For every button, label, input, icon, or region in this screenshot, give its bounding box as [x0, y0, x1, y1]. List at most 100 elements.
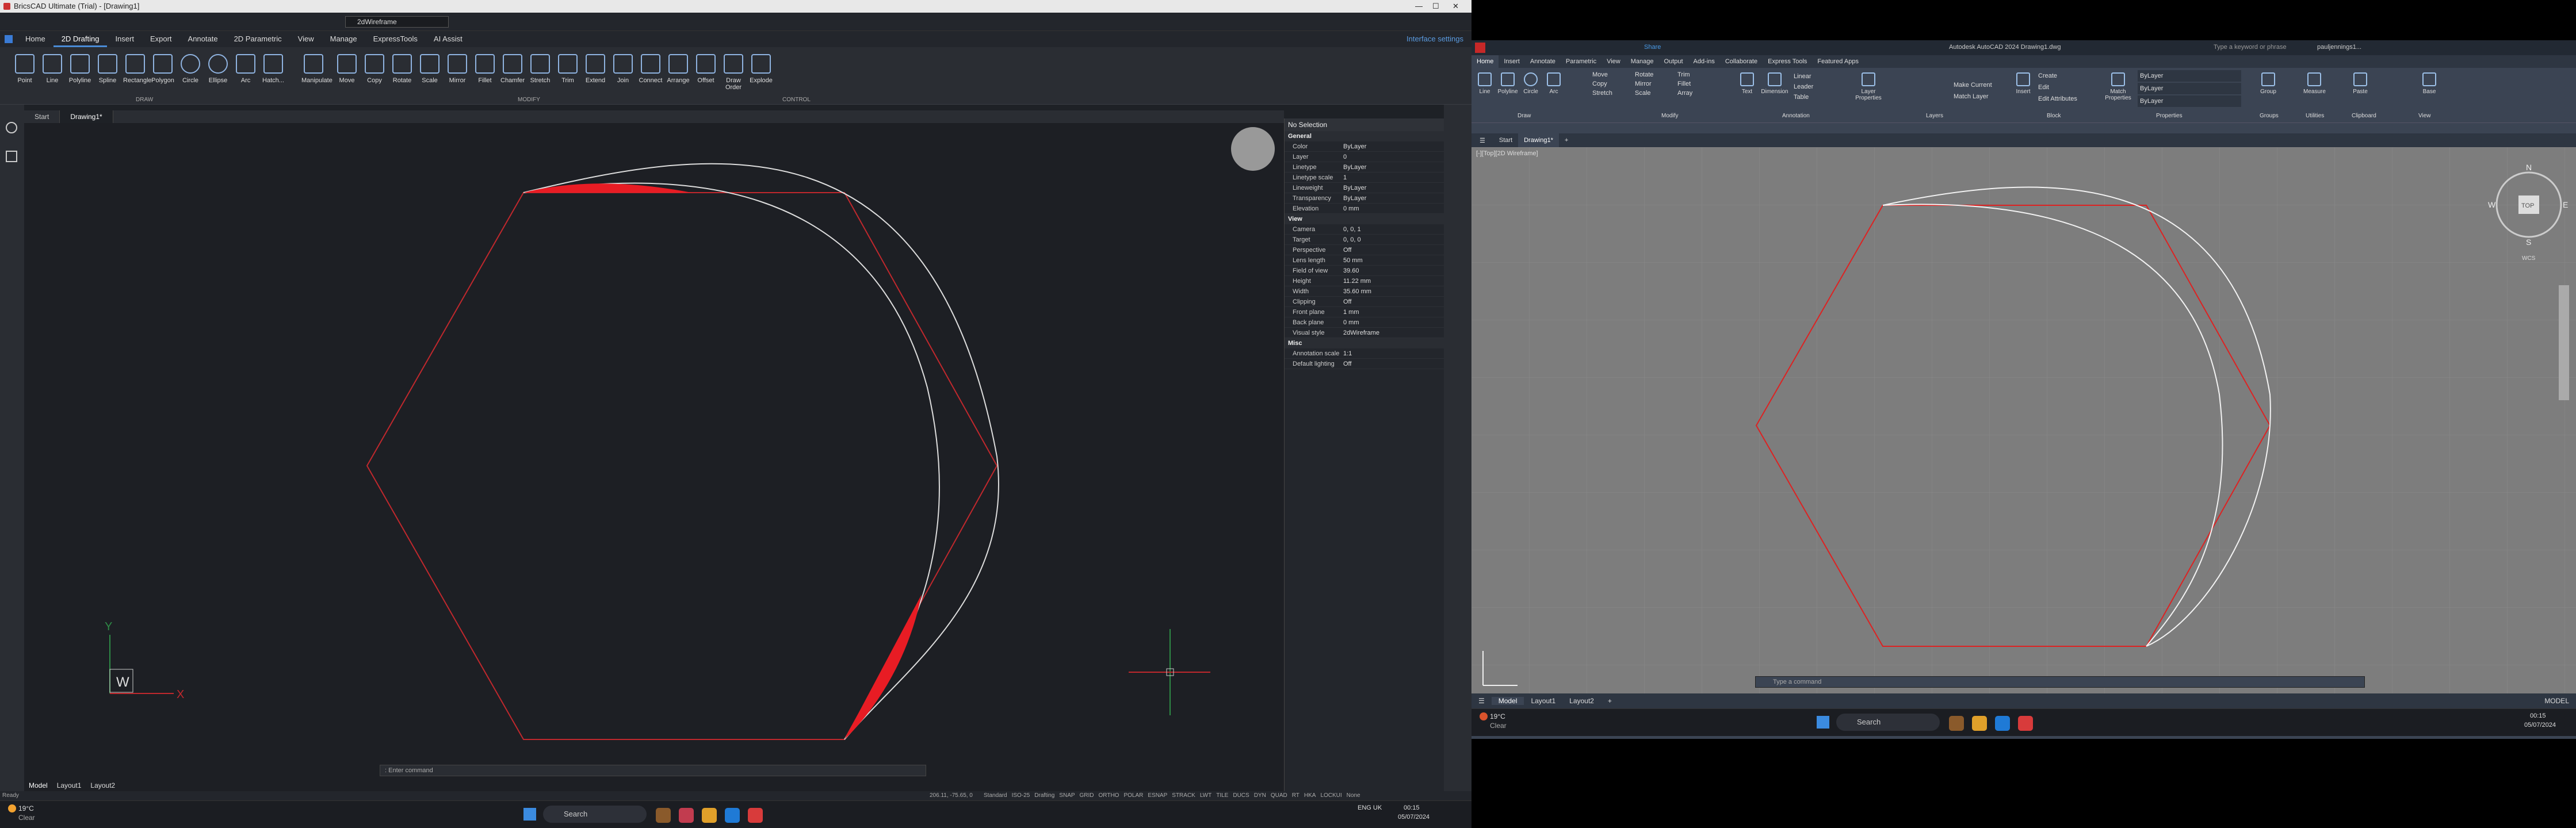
property-value[interactable]: 0, 0, 0 — [1340, 235, 1444, 244]
status-toggle[interactable]: HKA — [1304, 792, 1316, 799]
property-value[interactable]: 1 — [1340, 172, 1444, 182]
ac-navbar[interactable] — [2559, 285, 2569, 400]
property-value[interactable]: Off — [1340, 297, 1444, 306]
explode-button[interactable]: Explode — [749, 54, 773, 94]
property-value[interactable]: Off — [1340, 359, 1444, 369]
ac-insert-button[interactable]: Insert — [2012, 72, 2034, 106]
ac-modify-tool[interactable]: Move — [1592, 71, 1633, 78]
scale-button[interactable]: Scale — [418, 54, 442, 94]
property-value[interactable]: 39.60 — [1340, 266, 1444, 275]
status-toggle[interactable]: LWT — [1200, 792, 1211, 799]
spline-button[interactable]: Spline — [95, 54, 120, 94]
rectangle-button[interactable]: Rectangle — [123, 54, 152, 94]
mirror-button[interactable]: Mirror — [445, 54, 469, 94]
property-value[interactable]: 0 mm — [1340, 317, 1444, 327]
windows-start-icon[interactable] — [523, 808, 536, 821]
status-toggle[interactable]: ORTHO — [1099, 792, 1119, 799]
properties-selection[interactable]: No Selection — [1285, 118, 1444, 131]
ac-lineweight-select[interactable]: ByLayer — [2138, 83, 2241, 94]
autocad-logo-icon[interactable] — [1475, 43, 1485, 53]
copy-button[interactable]: Copy — [362, 54, 387, 94]
ac-create-button[interactable]: Create — [2038, 70, 2077, 82]
circle-button[interactable]: Circle — [178, 54, 202, 94]
fillet-button[interactable]: Fillet — [473, 54, 497, 94]
ac-circle-button[interactable]: Circle — [1520, 72, 1542, 106]
properties-section-header[interactable]: General — [1285, 131, 1444, 141]
ac-doc-tab-drawing1[interactable]: Drawing1* — [1518, 133, 1559, 147]
app-menu-icon[interactable] — [5, 35, 13, 43]
tab-insert[interactable]: Insert — [107, 31, 142, 47]
ac-modify-tool[interactable]: Mirror — [1635, 80, 1675, 87]
ac-layout-tab-layout1[interactable]: Layout1 — [1524, 697, 1562, 705]
property-value[interactable]: 1:1 — [1340, 348, 1444, 358]
windows-start-icon-2[interactable] — [1817, 716, 1829, 729]
share-button[interactable]: Share — [1644, 44, 1661, 51]
ac-viewport-label[interactable]: [-][Top][2D Wireframe] — [1476, 150, 1538, 157]
tab-2d-drafting[interactable]: 2D Drafting — [53, 31, 108, 47]
polygon-button[interactable]: Polygon — [151, 54, 175, 94]
tab-manage[interactable]: Manage — [322, 31, 365, 47]
ac-modify-tool[interactable]: Trim — [1677, 71, 1718, 78]
hatch-button[interactable]: Hatch... — [261, 54, 285, 94]
layout-tab-layout2[interactable]: Layout2 — [86, 781, 120, 789]
property-value[interactable]: 11.22 mm — [1340, 276, 1444, 286]
structure-icon[interactable] — [6, 151, 17, 162]
property-row[interactable]: Clipping Off — [1285, 297, 1444, 307]
status-toggle[interactable]: POLAR — [1123, 792, 1143, 799]
property-row[interactable]: Transparency ByLayer — [1285, 193, 1444, 204]
ac-dimension-button[interactable]: Dimension — [1759, 72, 1790, 106]
ac-modify-tool[interactable]: Fillet — [1677, 80, 1718, 87]
trim-button[interactable]: Trim — [556, 54, 580, 94]
property-value[interactable]: 0, 0, 1 — [1340, 224, 1444, 234]
property-value[interactable]: ByLayer — [1340, 162, 1444, 172]
ac-layout-tab-model[interactable]: Model — [1491, 697, 1524, 705]
autocad-taskbar-icon-2[interactable] — [2018, 716, 2033, 731]
property-value[interactable]: 0 mm — [1340, 204, 1444, 213]
ac-tab-insert[interactable]: Insert — [1499, 55, 1525, 68]
status-toggle[interactable]: STRACK — [1172, 792, 1195, 799]
property-row[interactable]: Annotation scale 1:1 — [1285, 348, 1444, 359]
user-name[interactable]: pauljennings1... — [2317, 44, 2361, 51]
status-toggle[interactable]: QUAD — [1271, 792, 1287, 799]
ac-modify-tool[interactable]: Rotate — [1635, 71, 1675, 78]
ac-tab-addins[interactable]: Add-ins — [1688, 55, 1720, 68]
folder-icon[interactable] — [702, 808, 717, 823]
ac-modify-tool[interactable]: Stretch — [1592, 90, 1633, 97]
doc-tab-drawing1[interactable]: Drawing1* — [60, 110, 113, 123]
join-button[interactable]: Join — [611, 54, 635, 94]
bricscad-drawing-canvas[interactable]: W X Y — [24, 123, 1284, 802]
property-row[interactable]: Linetype ByLayer — [1285, 162, 1444, 172]
ac-doc-tab-start[interactable]: Start — [1493, 137, 1518, 144]
folder-icon-2[interactable] — [1972, 716, 1987, 731]
bricscad-taskbar-icon[interactable] — [679, 808, 694, 823]
status-toggle[interactable]: LOCKUI — [1320, 792, 1341, 799]
status-toggle[interactable]: None — [1347, 792, 1360, 799]
property-row[interactable]: Target 0, 0, 0 — [1285, 235, 1444, 245]
ac-color-select[interactable]: ByLayer — [2138, 70, 2241, 82]
tab-annotate[interactable]: Annotate — [180, 31, 226, 47]
ac-command-line[interactable]: Type a command — [1755, 676, 2365, 688]
ac-linear-button[interactable]: Linear — [1794, 71, 1813, 82]
minimize-button[interactable]: — — [1415, 2, 1423, 10]
language[interactable]: ENG UK — [1358, 804, 1382, 811]
property-row[interactable]: Height 11.22 mm — [1285, 276, 1444, 286]
ac-status-menu-icon[interactable]: ☰ — [1472, 697, 1492, 705]
property-row[interactable]: Camera 0, 0, 1 — [1285, 224, 1444, 235]
ac-tab-express-tools[interactable]: Express Tools — [1763, 55, 1812, 68]
edge-icon-2[interactable] — [1995, 716, 2010, 731]
tab-2d-parametric[interactable]: 2D Parametric — [226, 31, 290, 47]
status-toggle[interactable]: GRID — [1080, 792, 1094, 799]
navigation-wheel[interactable] — [1231, 127, 1275, 171]
ac-edit-attributes-button[interactable]: Edit Attributes — [2038, 93, 2077, 105]
property-row[interactable]: Perspective Off — [1285, 245, 1444, 255]
property-row[interactable]: Layer 0 — [1285, 152, 1444, 162]
polyline-button[interactable]: Polyline — [68, 54, 92, 94]
connect-button[interactable]: Connect — [639, 54, 663, 94]
status-toggle[interactable]: TILE — [1216, 792, 1228, 799]
properties-section-header[interactable]: View — [1285, 214, 1444, 224]
point-button[interactable]: Point — [13, 54, 37, 94]
ellipse-button[interactable]: Ellipse — [206, 54, 230, 94]
status-toggle[interactable]: Standard — [984, 792, 1007, 799]
property-row[interactable]: Visual style 2dWireframe — [1285, 328, 1444, 338]
ac-tab-annotate[interactable]: Annotate — [1525, 55, 1561, 68]
